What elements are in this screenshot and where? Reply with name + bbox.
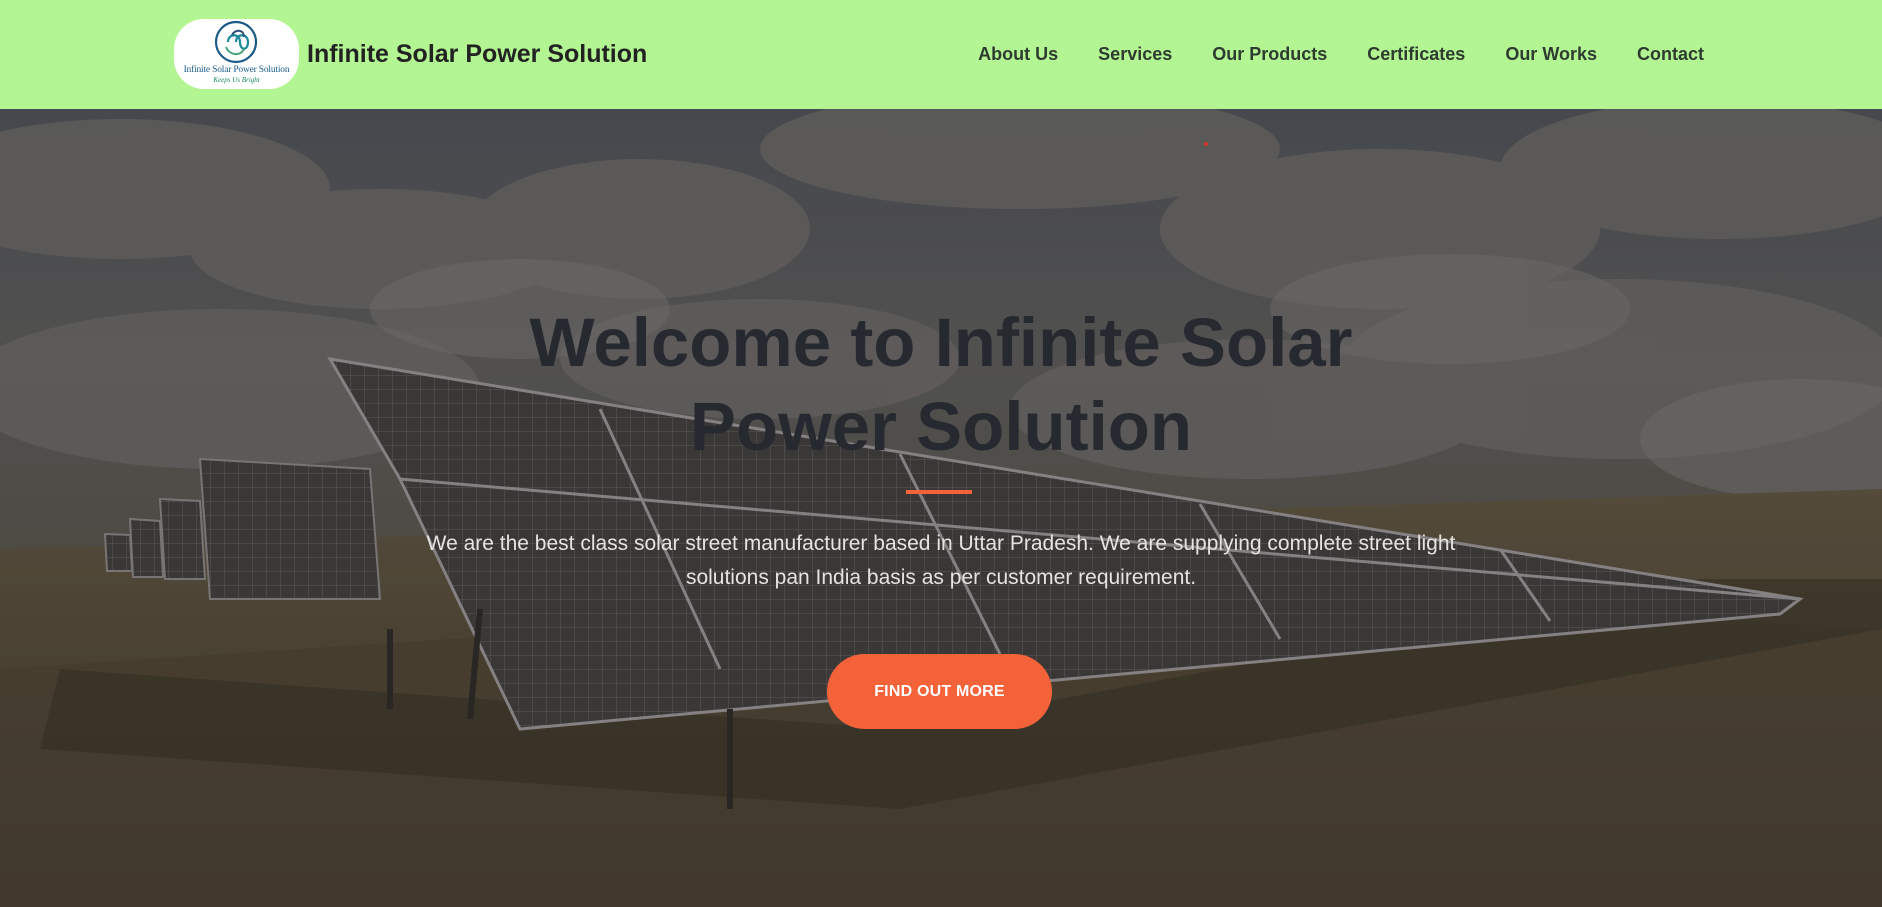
logo-text: Infinite Solar Power Solution [183,65,290,75]
nav-link-our-products[interactable]: Our Products [1212,44,1327,64]
nav-link-certificates[interactable]: Certificates [1367,44,1465,64]
navbar: Infinite Solar Power Solution Keeps Us B… [0,0,1882,109]
hero-overlay [0,109,1882,907]
company-logo: Infinite Solar Power Solution Keeps Us B… [174,19,299,89]
nav-link-our-works[interactable]: Our Works [1505,44,1597,64]
hero-title-line2: Power Solution [689,388,1193,465]
nav-item-contact: Contact [1637,44,1704,65]
hero-title-line1: Welcome to Infinite Solar [529,304,1353,381]
hero-description: We are the best class solar street manuf… [426,532,1456,589]
nav-item-our-works: Our Works [1505,44,1597,65]
cursor-dot [1204,142,1208,146]
nav-link-about-us[interactable]: About Us [978,44,1058,64]
nav-link-contact[interactable]: Contact [1637,44,1704,64]
brand-name: Infinite Solar Power Solution [307,39,648,68]
nav-item-certificates: Certificates [1367,44,1465,65]
hero-section: Welcome to Infinite Solar Power Solution… [0,109,1882,907]
nav-item-about-us: About Us [978,44,1058,65]
nav-item-our-products: Our Products [1212,44,1327,65]
logo-tagline: Keeps Us Bright [213,76,260,84]
brand-link[interactable]: Infinite Solar Power Solution Keeps Us B… [174,19,647,89]
nav-menu: About Us Services Our Products Certifica… [938,0,1704,109]
hero-divider [906,490,972,494]
hero-title: Welcome to Infinite Solar Power Solution [441,301,1441,469]
nav-item-services: Services [1098,44,1172,65]
nav-link-services[interactable]: Services [1098,44,1172,64]
find-out-more-button[interactable]: FIND OUT MORE [827,654,1052,729]
